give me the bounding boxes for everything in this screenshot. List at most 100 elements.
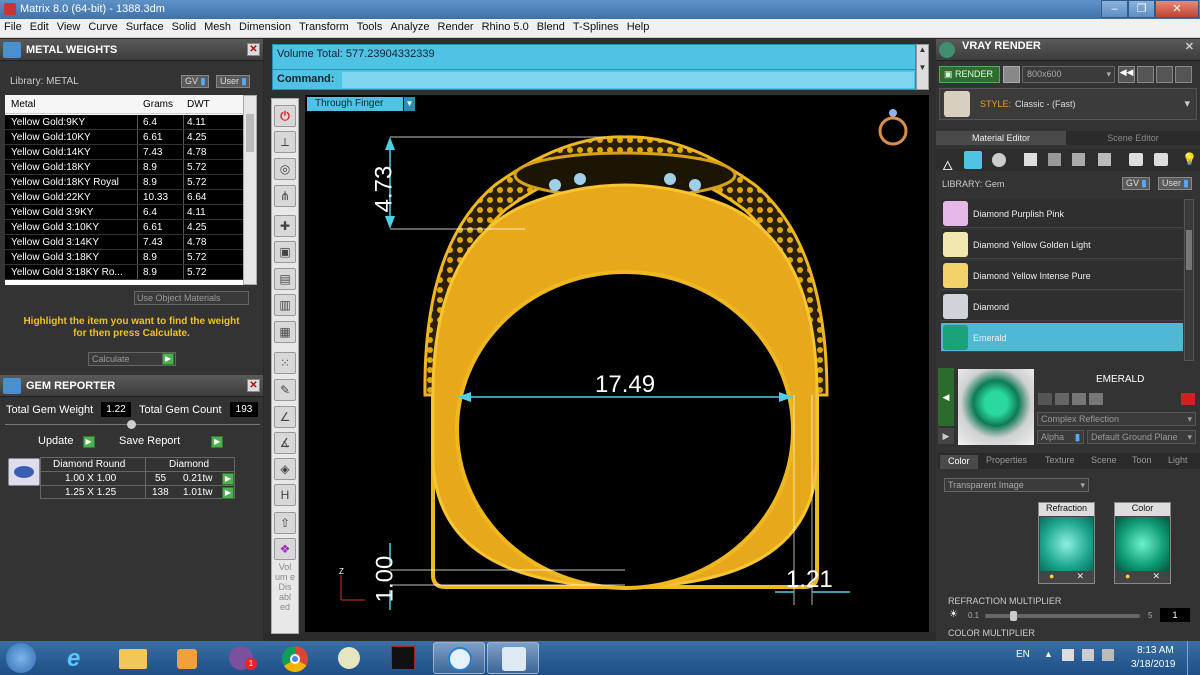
reset-icon[interactable] bbox=[1181, 393, 1195, 405]
menu-transform[interactable]: Transform bbox=[295, 19, 353, 35]
menu-tsplines[interactable]: T-Splines bbox=[569, 19, 623, 35]
texture-icon[interactable] bbox=[1072, 153, 1085, 166]
close-icon[interactable]: ✕ bbox=[247, 379, 260, 392]
cross-icon[interactable]: ✚ bbox=[274, 215, 296, 237]
clock-time[interactable]: 8:13 AM bbox=[1137, 645, 1174, 656]
angle-r-icon[interactable]: ∡ bbox=[274, 432, 296, 454]
table-row[interactable]: Yellow Gold:14KY 7.43 4.78 bbox=[5, 145, 243, 160]
refraction-slider[interactable] bbox=[985, 611, 1140, 621]
paint-icon[interactable] bbox=[487, 642, 539, 674]
tab-texture[interactable]: Texture bbox=[1045, 455, 1075, 469]
flag-icon[interactable] bbox=[1062, 649, 1074, 661]
expand-preview-button[interactable]: ◀ bbox=[938, 368, 954, 426]
viber-icon[interactable]: 1 bbox=[215, 642, 267, 674]
library-item[interactable]: Emerald bbox=[941, 323, 1183, 352]
tab-material-editor[interactable]: Material Editor bbox=[936, 131, 1066, 145]
h-icon[interactable]: H bbox=[274, 484, 296, 506]
menu-blend[interactable]: Blend bbox=[533, 19, 569, 35]
menu-view[interactable]: View bbox=[53, 19, 85, 35]
tab-properties[interactable]: Properties bbox=[986, 455, 1027, 469]
use-object-materials-toggle[interactable]: Use Object Materials bbox=[134, 291, 249, 305]
camera-icon[interactable] bbox=[1129, 153, 1143, 166]
grid-icon[interactable] bbox=[1098, 153, 1111, 166]
next-arrow-icon[interactable]: ▶ bbox=[938, 428, 954, 444]
menu-analyze[interactable]: Analyze bbox=[386, 19, 433, 35]
metal-scrollbar[interactable] bbox=[243, 95, 257, 285]
show-desktop-button[interactable] bbox=[1187, 641, 1200, 675]
close-icon[interactable]: ✕ bbox=[247, 43, 260, 56]
table-row[interactable]: Yellow Gold 3:18KY 8.9 5.72 bbox=[5, 250, 243, 265]
render-options-icon[interactable] bbox=[1003, 66, 1020, 83]
volume-icon[interactable] bbox=[1102, 649, 1114, 661]
gem-row-select[interactable]: ▶ bbox=[222, 487, 234, 499]
table-row[interactable]: Yellow Gold:22KY 10.33 6.64 bbox=[5, 190, 243, 205]
light-icon[interactable]: 💡 bbox=[1182, 152, 1197, 166]
reflection-dropdown[interactable]: Complex Reflection ▾ bbox=[1037, 412, 1196, 426]
box-front-icon[interactable]: ▤ bbox=[274, 268, 296, 290]
menu-help[interactable]: Help bbox=[623, 19, 654, 35]
table-row[interactable]: Yellow Gold 3:18KY Ro... 8.9 5.72 bbox=[5, 265, 243, 280]
gv-toggle[interactable]: GV ▮ bbox=[1122, 177, 1151, 190]
ground-plane-dropdown[interactable]: Default Ground Plane ▾ bbox=[1087, 430, 1196, 444]
maximize-button[interactable]: ❐ bbox=[1128, 0, 1155, 18]
square-icon[interactable] bbox=[1024, 153, 1037, 166]
menu-curve[interactable]: Curve bbox=[84, 19, 121, 35]
splitter-handle[interactable] bbox=[127, 420, 136, 429]
preview-tool-icon[interactable] bbox=[1089, 393, 1103, 405]
refraction-value[interactable]: 1 bbox=[1160, 608, 1190, 622]
calculate-button[interactable]: Calculate ▶ bbox=[88, 352, 176, 366]
table-row[interactable]: Yellow Gold 3:10KY 6.61 4.25 bbox=[5, 220, 243, 235]
table-row[interactable]: Yellow Gold:9KY 6.4 4.11 bbox=[5, 115, 243, 130]
stack-icon[interactable] bbox=[1175, 66, 1192, 83]
table-row[interactable]: Yellow Gold 3:9KY 6.4 4.11 bbox=[5, 205, 243, 220]
tray-arrow-icon[interactable]: ▲ bbox=[1044, 649, 1053, 659]
menu-surface[interactable]: Surface bbox=[122, 19, 168, 35]
library-item[interactable]: Diamond Yellow Golden Light bbox=[941, 230, 1183, 259]
tab-scene[interactable]: Scene bbox=[1091, 455, 1117, 469]
library-item[interactable]: Diamond Purplish Pink bbox=[941, 199, 1183, 228]
tab-light[interactable]: Light bbox=[1168, 455, 1188, 469]
viewport[interactable]: Through Finger ▼ 4.73 17.49 1.00 1.21 Z bbox=[305, 95, 929, 632]
style-selector[interactable]: STYLE: Classic - (Fast) ▾ bbox=[939, 88, 1197, 120]
slider-handle[interactable] bbox=[1010, 611, 1017, 621]
gv-toggle[interactable]: GV ▮ bbox=[181, 75, 210, 88]
arrow-up-icon[interactable]: ⇧ bbox=[274, 512, 296, 534]
game-icon[interactable] bbox=[377, 642, 429, 674]
start-button[interactable] bbox=[6, 643, 36, 673]
resolution-dropdown[interactable]: 800x600 ▾ bbox=[1022, 66, 1115, 83]
media-player-icon[interactable] bbox=[161, 642, 213, 674]
ie-icon[interactable]: e bbox=[53, 642, 105, 674]
library-item[interactable]: Diamond Yellow Intense Pure bbox=[941, 261, 1183, 290]
menu-tools[interactable]: Tools bbox=[353, 19, 387, 35]
box-icon[interactable]: ▣ bbox=[274, 241, 296, 263]
angle-off-icon[interactable]: ∠ bbox=[274, 406, 296, 428]
gems-icon[interactable]: ❖ bbox=[274, 538, 296, 560]
close-icon[interactable]: ✕ bbox=[1185, 40, 1194, 53]
folder-icon[interactable] bbox=[107, 642, 159, 674]
list-icon[interactable] bbox=[1156, 66, 1173, 83]
transparent-image-dropdown[interactable]: Transparent Image ▾ bbox=[944, 478, 1089, 492]
alpha-toggle[interactable]: Alpha ▮ bbox=[1037, 430, 1084, 444]
gem-row-select[interactable]: ▶ bbox=[222, 473, 234, 485]
network-icon[interactable] bbox=[1082, 649, 1094, 661]
clock-date[interactable]: 3/18/2019 bbox=[1131, 659, 1176, 670]
language-indicator[interactable]: EN bbox=[1016, 649, 1030, 660]
box-side-icon[interactable]: ▥ bbox=[274, 294, 296, 316]
minimize-button[interactable]: – bbox=[1101, 0, 1128, 18]
gem-type-icon[interactable] bbox=[964, 151, 982, 169]
menu-mesh[interactable]: Mesh bbox=[200, 19, 235, 35]
grid-icon[interactable]: ⁙ bbox=[274, 352, 296, 374]
tab-toon[interactable]: Toon bbox=[1132, 455, 1152, 469]
stack-icon[interactable]: ◈ bbox=[274, 458, 296, 480]
save-report-button[interactable]: Save Report ▶ bbox=[119, 435, 224, 448]
pencil-icon[interactable]: ✎ bbox=[274, 379, 296, 401]
table-row[interactable]: Yellow Gold 3:14KY 7.43 4.78 bbox=[5, 235, 243, 250]
tab-scene-editor[interactable]: Scene Editor bbox=[1066, 131, 1200, 145]
user-toggle[interactable]: User ▮ bbox=[216, 75, 251, 88]
tab-color[interactable]: Color bbox=[940, 455, 978, 469]
user-toggle[interactable]: User ▮ bbox=[1158, 177, 1193, 190]
update-button[interactable]: Update ▶ bbox=[38, 435, 95, 448]
refraction-swatch[interactable]: Refraction ● ✕ bbox=[1038, 502, 1095, 584]
nodes-icon[interactable]: ⋔ bbox=[274, 185, 296, 207]
pattern-icon[interactable] bbox=[1048, 153, 1061, 166]
